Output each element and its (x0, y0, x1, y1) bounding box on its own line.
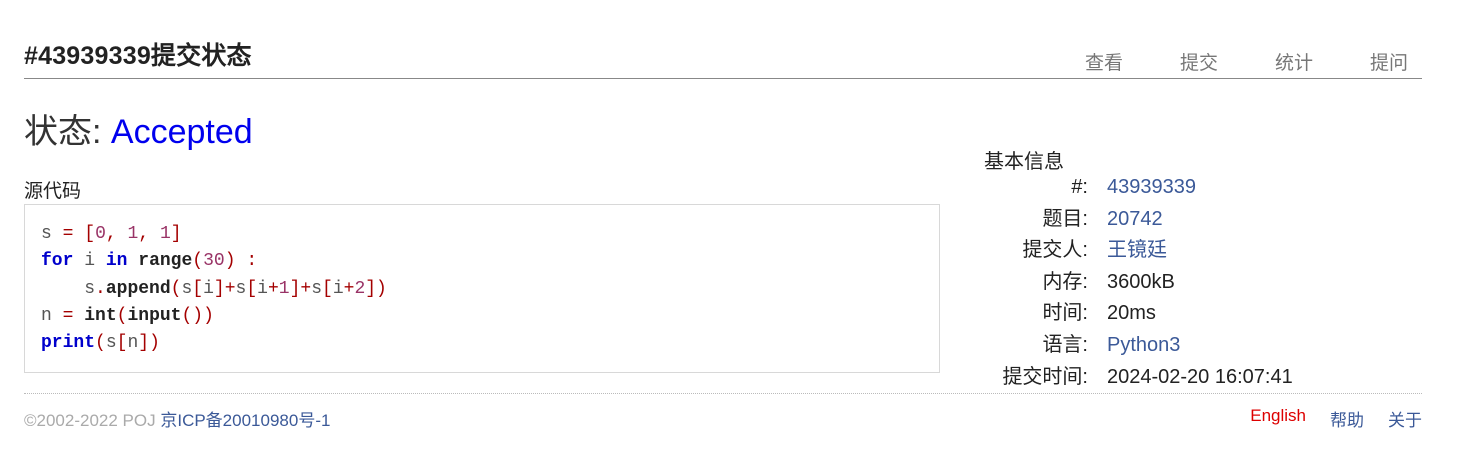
english-link[interactable]: English (1250, 406, 1306, 431)
source-code-block: s = [0, 1, 1] for i in range(30) : s.app… (24, 204, 940, 373)
footer-links: English 帮助 关于 (1226, 406, 1422, 431)
nav-submit[interactable]: 提交 (1180, 48, 1218, 75)
memory-value: 3600kB (1107, 270, 1175, 293)
problem-link[interactable]: 20742 (1107, 204, 1163, 236)
code-line-3: s.append(s[i]+s[i+1]+s[i+2]) (84, 278, 387, 299)
info-key: 提交人: (1022, 239, 1088, 262)
page-header: #43939339提交状态 查看 提交 统计 提问 (24, 30, 1422, 79)
info-row-memory: 内存: 3600kB (984, 267, 1293, 299)
submit-time-value: 2024-02-20 16:07:41 (1107, 365, 1293, 388)
nav-view[interactable]: 查看 (1085, 48, 1123, 75)
page-footer: ©2002-2022 POJ 京ICP备20010980号-1 English … (24, 393, 1422, 430)
status-value: Accepted (110, 113, 253, 151)
info-row-time: 时间: 20ms (984, 298, 1293, 330)
basic-info-table: #: 43939339 题目: 20742 提交人: 王镜廷 内存: 3600k… (984, 172, 1293, 394)
top-nav: 查看 提交 统计 提问 (1028, 48, 1408, 75)
info-row-id: #: 43939339 (984, 172, 1293, 204)
code-line-4: n = int(input()) (41, 305, 214, 326)
submission-id-link[interactable]: 43939339 (1107, 172, 1196, 204)
info-key: 时间: (1042, 302, 1088, 325)
copyright-text: ©2002-2022 POJ (24, 411, 156, 430)
code-line-1: s = [0, 1, 1] (41, 224, 182, 244)
time-value: 20ms (1107, 302, 1156, 325)
code-line-5: print(s[n]) (41, 333, 160, 354)
language-link[interactable]: Python3 (1107, 330, 1180, 362)
help-link[interactable]: 帮助 (1330, 406, 1364, 431)
info-row-problem: 题目: 20742 (984, 204, 1293, 236)
info-row-submitter: 提交人: 王镜廷 (984, 235, 1293, 267)
page-title: #43939339提交状态 (24, 42, 252, 70)
status-label: 状态: (24, 113, 102, 151)
info-row-submit-time: 提交时间: 2024-02-20 16:07:41 (984, 362, 1293, 394)
info-key: 语言: (1042, 333, 1088, 356)
source-code-label: 源代码 (24, 181, 82, 202)
info-key: 题目: (1042, 207, 1088, 230)
copyright: ©2002-2022 POJ 京ICP备20010980号-1 (24, 406, 330, 431)
info-key: 提交时间: (1002, 365, 1088, 388)
about-link[interactable]: 关于 (1388, 406, 1422, 431)
nav-statistics[interactable]: 统计 (1275, 48, 1313, 75)
info-row-language: 语言: Python3 (984, 330, 1293, 362)
info-key: 内存: (1042, 270, 1088, 293)
code-line-2: for i in range(30) : (41, 251, 258, 272)
status-line: 状态: Accepted (24, 104, 253, 153)
submitter-link[interactable]: 王镜廷 (1107, 235, 1167, 267)
info-key: #: (1071, 176, 1088, 198)
nav-ask[interactable]: 提问 (1370, 48, 1408, 75)
icp-link[interactable]: 京ICP备20010980号-1 (160, 411, 330, 430)
basic-info-title: 基本信息 (984, 151, 1064, 173)
